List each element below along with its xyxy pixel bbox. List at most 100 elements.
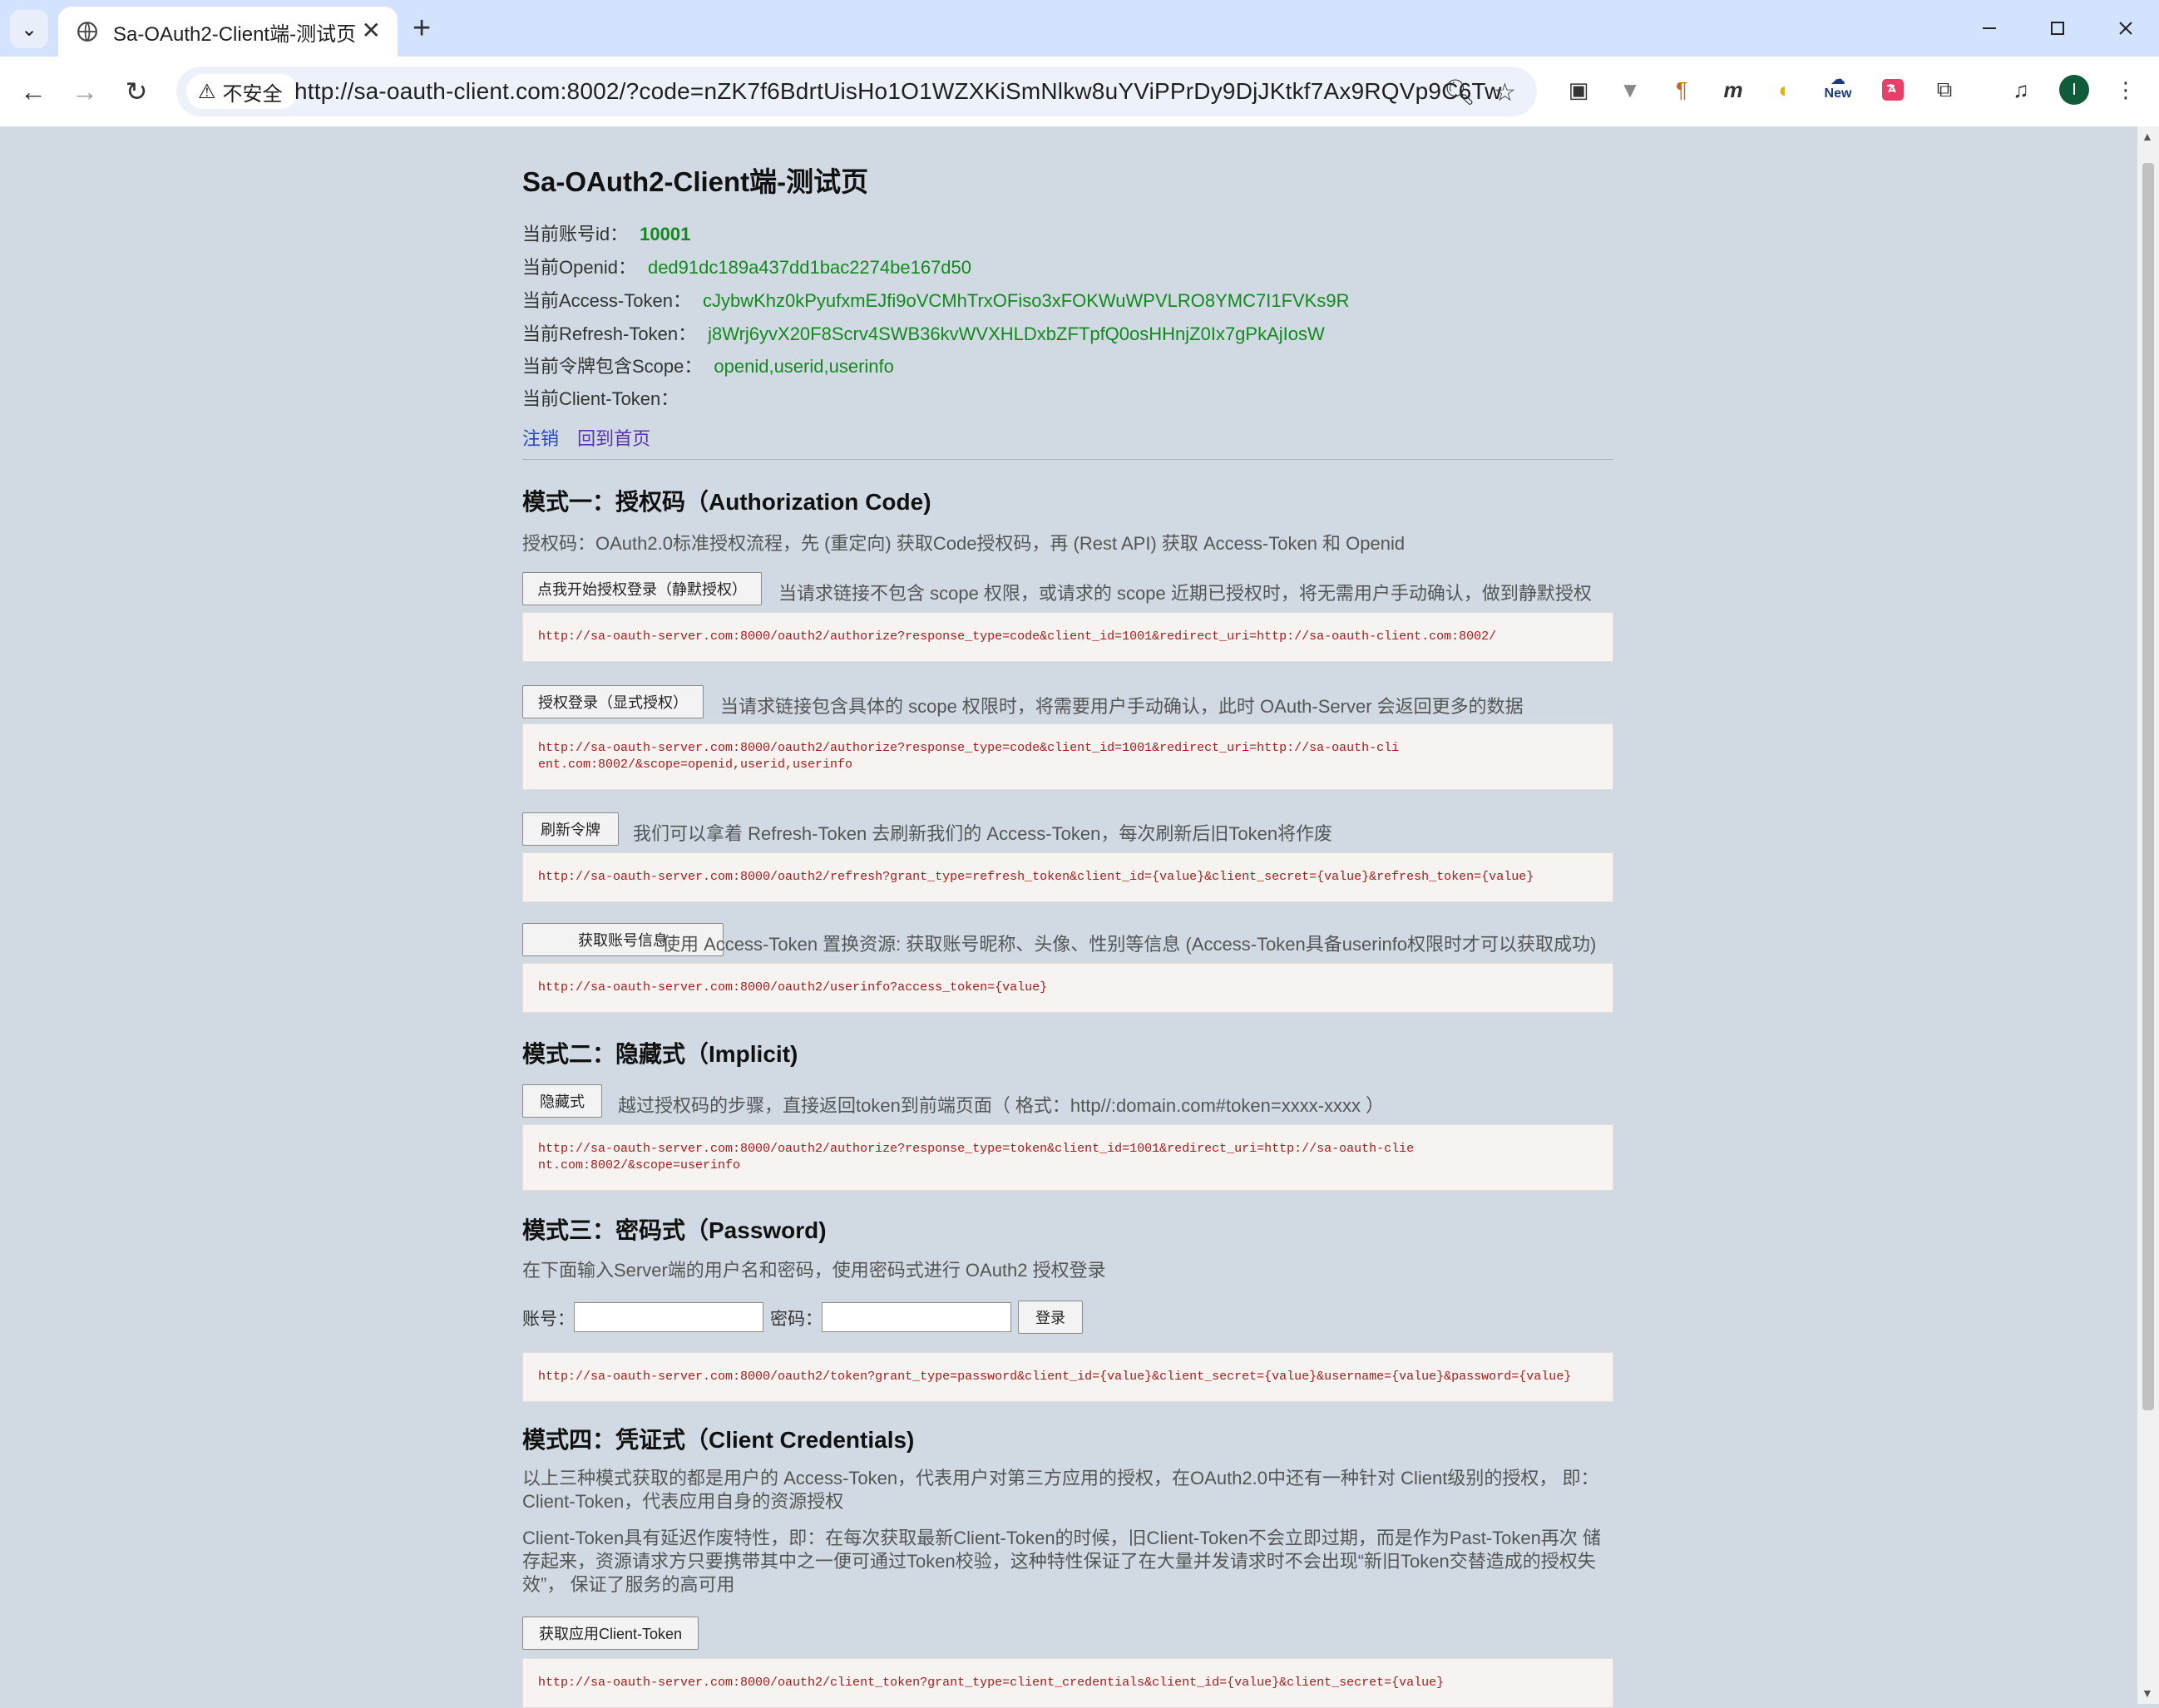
info-access-token: 当前Access-Token： cJybwKhz0kPyufxmEJfi9oVCM… — [522, 286, 1349, 313]
info-openid: 当前Openid： ded91dc189a437dd1bac2274be167d5… — [522, 253, 971, 279]
bookmark-star-icon[interactable]: ☆ — [1494, 78, 1516, 107]
security-chip[interactable]: ⚠ 不安全 — [186, 74, 298, 109]
minimize-button[interactable] — [1964, 10, 2014, 47]
info-value: ded91dc189a437dd1bac2274be167d50 — [647, 257, 972, 278]
forward-button[interactable]: → — [67, 73, 103, 110]
scroll-up-icon[interactable]: ▲ — [2142, 130, 2153, 143]
info-scope: 当前令牌包含Scope： openid,userid,userinfo — [522, 352, 894, 378]
mode4-desc-1: 以上三种模式获取的都是用户的 Access-Token，代表用户对第三方应用的授… — [522, 1468, 1599, 1512]
refresh-token-desc: 我们可以拿着 Refresh-Token 去刷新我们的 Access-Token… — [633, 823, 1333, 844]
info-label: 当前Refresh-Token： — [522, 323, 697, 344]
home-link[interactable]: 回到首页 — [577, 428, 650, 449]
ext-pilcrow-icon[interactable]: ¶ — [1665, 73, 1698, 106]
page-title: Sa-OAuth2-Client端-测试页 — [522, 166, 869, 197]
globe-icon — [77, 22, 97, 42]
back-button[interactable]: ← — [15, 73, 52, 110]
logout-link[interactable]: 注销 — [522, 428, 559, 449]
code-text: http://sa-oauth-server.com:8000/oauth2/a… — [538, 1142, 1415, 1172]
active-tab[interactable]: Sa-OAuth2-Client端-测试页 ✕ — [58, 7, 398, 57]
mode4-desc-2: Client-Token具有延迟作废特性，即：在每次获取最新Client-Tok… — [522, 1528, 1602, 1595]
menu-kebab-icon[interactable]: ⋮ — [2109, 73, 2142, 106]
url-text[interactable]: http://sa-oauth-client.com:8002/?code=nZ… — [294, 78, 1502, 105]
explicit-auth-desc: 当请求链接包含具体的 scope 权限时，将需要用户手动确认，此时 OAuth-… — [720, 696, 1524, 717]
userinfo-code: http://sa-oauth-server.com:8000/oauth2/u… — [522, 963, 1613, 1013]
arrow-left-icon: ← — [20, 76, 47, 106]
chevron-down-icon: ⌄ — [20, 17, 38, 41]
code-text: http://sa-oauth-server.com:8000/oauth2/a… — [538, 741, 1400, 772]
cloud-icon: ☁ — [1830, 71, 1845, 87]
extensions-puzzle-icon[interactable]: ⧉ — [1928, 73, 1961, 106]
ext-square-icon[interactable]: ▣ — [1562, 73, 1595, 106]
security-label: 不安全 — [222, 82, 283, 106]
implicit-button[interactable]: 隐藏式 — [522, 1084, 602, 1118]
reload-button[interactable]: ↻ — [118, 73, 155, 110]
username-label: 账号： — [522, 1310, 575, 1329]
explicit-auth-button[interactable]: 授权登录（显式授权） — [522, 685, 704, 718]
code-text: http://sa-oauth-server.com:8000/oauth2/r… — [538, 870, 1534, 884]
new-tab-button[interactable]: + — [413, 12, 431, 45]
nav-links: 注销 回到首页 — [522, 424, 650, 451]
info-refresh-token: 当前Refresh-Token： j8Wrj6yvX20F8Scrv4SWB36k… — [522, 319, 1325, 346]
silent-auth-code: http://sa-oauth-server.com:8000/oauth2/a… — [522, 612, 1613, 662]
arrow-right-icon: → — [72, 76, 98, 106]
divider — [522, 459, 1613, 460]
implicit-desc: 越过授权码的步骤，直接返回token到前端页面（ 格式：http//:domai… — [618, 1095, 1385, 1116]
password-label: 密码： — [770, 1310, 823, 1329]
info-value: cJybwKhz0kPyufxmEJfi9oVCMhTrxOFiso3xFOKW… — [702, 290, 1350, 311]
client-token-code: http://sa-oauth-server.com:8000/oauth2/c… — [522, 1658, 1613, 1708]
ext-darkmode-icon[interactable]: ◐ — [1768, 73, 1801, 106]
warning-icon: ⚠ — [198, 80, 216, 103]
address-bar[interactable]: ⚠ 不安全 http://sa-oauth-client.com:8002/?c… — [176, 67, 1537, 116]
ext-m-icon[interactable]: m — [1717, 73, 1750, 106]
tab-close-icon[interactable]: ✕ — [362, 18, 381, 43]
ext-translate-icon[interactable] — [1876, 73, 1910, 106]
media-control-icon[interactable]: ♫ — [2004, 73, 2038, 106]
info-label: 当前Client-Token： — [522, 388, 679, 409]
login-button[interactable]: 登录 — [1018, 1301, 1083, 1334]
info-label: 当前令牌包含Scope： — [522, 356, 703, 377]
scrollbar-thumb[interactable] — [2142, 163, 2154, 1410]
mode3-desc: 在下面输入Server端的用户名和密码，使用密码式进行 OAuth2 授权登录 — [522, 1260, 1106, 1281]
minimize-icon — [1983, 27, 1996, 29]
browser-chrome: ⌄ Sa-OAuth2-Client端-测试页 ✕ + ← → ↻ ⚠ 不安全 … — [0, 0, 2159, 126]
username-input[interactable] — [574, 1302, 763, 1332]
mode4-title: 模式四：凭证式（Client Credentials) — [522, 1427, 915, 1453]
info-label: 当前Openid： — [522, 257, 636, 278]
mode1-desc: 授权码：OAuth2.0标准授权流程，先 (重定向) 获取Code授权码，再 (… — [522, 533, 1406, 554]
page-scrollbar[interactable]: ▲ ▼ — [2137, 126, 2159, 1704]
code-text: http://sa-oauth-server.com:8000/oauth2/c… — [538, 1676, 1445, 1690]
tab-title: Sa-OAuth2-Client端-测试页 — [113, 22, 357, 46]
mode1-title: 模式一：授权码（Authorization Code) — [522, 489, 931, 515]
mode3-title: 模式三：密码式（Password) — [522, 1217, 827, 1243]
password-code: http://sa-oauth-server.com:8000/oauth2/t… — [522, 1352, 1613, 1402]
mode2-title: 模式二：隐藏式（Implicit) — [522, 1041, 798, 1067]
tab-strip: ⌄ Sa-OAuth2-Client端-测试页 ✕ + — [0, 0, 2159, 57]
client-token-button[interactable]: 获取应用Client-Token — [522, 1617, 699, 1650]
zoom-icon[interactable]: 🔍︎ — [1444, 78, 1475, 107]
implicit-code: http://sa-oauth-server.com:8000/oauth2/a… — [522, 1124, 1613, 1191]
avatar[interactable]: I — [2059, 75, 2089, 105]
password-input[interactable] — [822, 1302, 1011, 1332]
userinfo-desc: 使用 Access-Token 置换资源: 获取账号昵称、头像、性别等信息 (A… — [662, 934, 1597, 955]
explicit-auth-code: http://sa-oauth-server.com:8000/oauth2/a… — [522, 723, 1613, 790]
reload-icon: ↻ — [125, 77, 148, 106]
maximize-button[interactable] — [2033, 10, 2082, 47]
silent-auth-desc: 当请求链接不包含 scope 权限，或请求的 scope 近期已授权时，将无需用… — [778, 583, 1592, 604]
code-text: http://sa-oauth-server.com:8000/oauth2/t… — [538, 1370, 1572, 1384]
info-label: 当前Access-Token： — [522, 290, 691, 311]
code-text: http://sa-oauth-server.com:8000/oauth2/u… — [538, 980, 1048, 995]
tab-search-button[interactable]: ⌄ — [10, 10, 48, 48]
info-client-token: 当前Client-Token： — [522, 384, 690, 411]
scroll-down-icon[interactable]: ▼ — [2142, 1686, 2153, 1700]
ext-new-badge[interactable]: ☁ New — [1821, 70, 1855, 103]
translate-icon — [1882, 79, 1904, 101]
refresh-token-button[interactable]: 刷新令牌 — [522, 812, 619, 846]
info-account-id: 当前账号id： 10001 — [522, 220, 690, 246]
info-value: openid,userid,userinfo — [714, 356, 894, 377]
ext-new-label: New — [1824, 86, 1852, 101]
ext-vue-icon[interactable]: ▼ — [1613, 73, 1647, 106]
info-value: j8Wrj6yvX20F8Scrv4SWB36kvWVXHLDxbZFTpfQ0… — [708, 323, 1325, 344]
maximize-icon — [2051, 22, 2064, 35]
silent-auth-button[interactable]: 点我开始授权登录（静默授权） — [522, 572, 762, 605]
window-close-button[interactable] — [2101, 10, 2151, 47]
